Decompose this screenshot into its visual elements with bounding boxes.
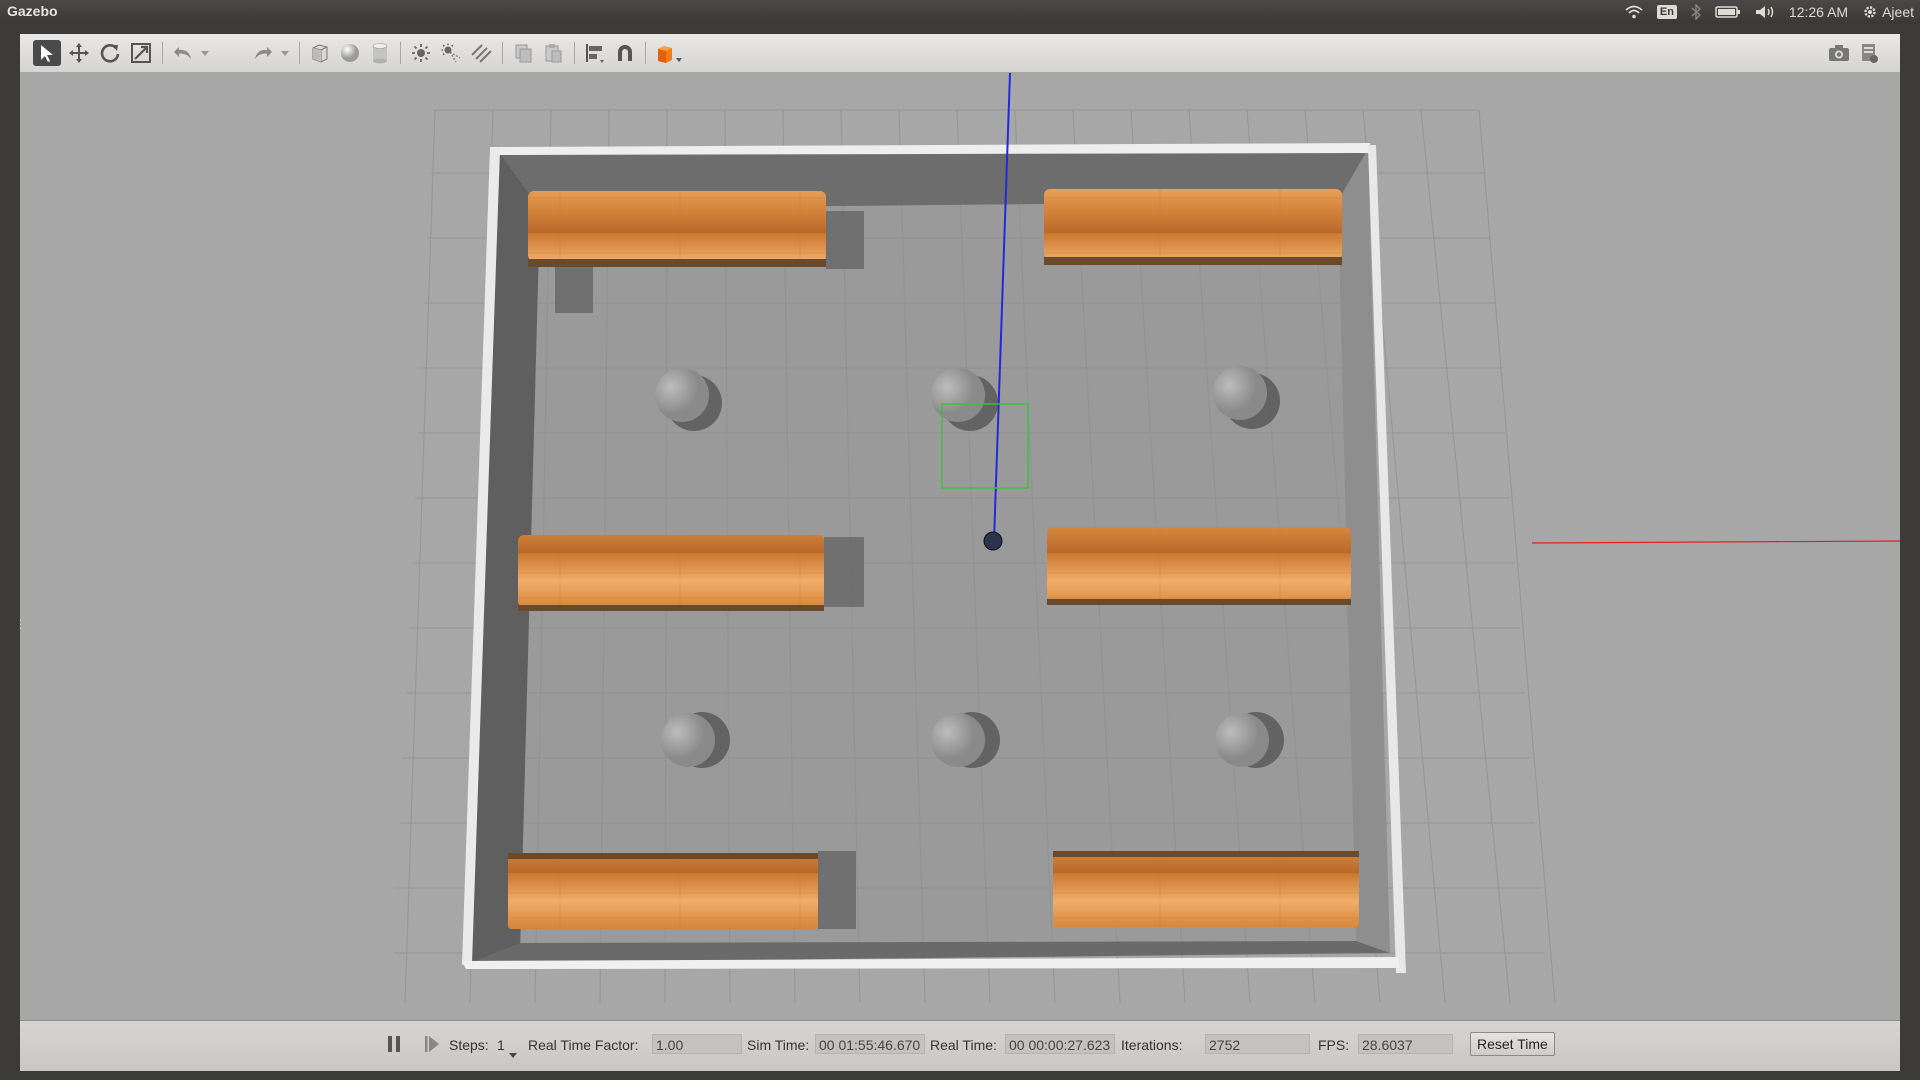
rotate-mode-icon[interactable] — [97, 40, 123, 66]
step-forward-icon[interactable] — [424, 1035, 440, 1056]
box-shape-icon[interactable] — [307, 40, 333, 66]
spot-light-icon[interactable] — [438, 40, 464, 66]
translate-mode-icon[interactable] — [66, 40, 92, 66]
time-panel: Steps: 1 Real Time Factor: 1.00 Sim Time… — [20, 1020, 1900, 1071]
shelf[interactable] — [528, 191, 826, 261]
align-icon[interactable] — [582, 40, 608, 66]
shelf[interactable] — [1044, 189, 1342, 259]
app-title: Gazebo — [7, 3, 58, 19]
pause-icon[interactable] — [386, 1035, 402, 1056]
fps-value: 28.6037 — [1358, 1034, 1453, 1054]
change-view-cube-icon[interactable] — [653, 40, 685, 66]
bluetooth-icon[interactable] — [1691, 4, 1701, 20]
undo-history-chevron-down-icon[interactable] — [198, 40, 212, 66]
user-name: Ajeet — [1882, 4, 1914, 20]
redo-icon[interactable] — [250, 40, 276, 66]
cylinder-shape-icon[interactable] — [367, 40, 393, 66]
screenshot-camera-icon[interactable] — [1826, 40, 1852, 66]
battery-icon[interactable] — [1715, 6, 1741, 18]
user-menu[interactable]: Ajeet — [1862, 4, 1914, 20]
steps-value[interactable]: 1 — [497, 1037, 505, 1053]
shelf[interactable] — [518, 535, 824, 607]
wifi-icon[interactable] — [1625, 5, 1643, 19]
fps-label: FPS: — [1318, 1037, 1350, 1053]
pillar[interactable] — [1213, 366, 1267, 420]
redo-history-chevron-down-icon[interactable] — [278, 40, 292, 66]
snap-magnet-icon[interactable] — [612, 40, 638, 66]
paste-icon[interactable] — [540, 40, 566, 66]
real-time-factor-value: 1.00 — [652, 1034, 742, 1054]
robot-model[interactable] — [983, 531, 1003, 551]
shelf[interactable] — [1053, 853, 1359, 927]
shelf[interactable] — [508, 855, 818, 929]
pillar[interactable] — [931, 713, 985, 767]
point-light-icon[interactable] — [408, 40, 434, 66]
main-toolbar — [20, 34, 1900, 73]
scene-3d-viewport[interactable]: ⋮ ⋮ — [20, 73, 1900, 1020]
sim-time-value: 00 01:55:46.670 — [815, 1034, 925, 1054]
scene-render[interactable] — [20, 73, 1900, 1020]
pillar[interactable] — [931, 368, 985, 422]
clock[interactable]: 12:26 AM — [1789, 4, 1848, 20]
steps-label: Steps: — [449, 1037, 489, 1053]
iterations-value: 2752 — [1205, 1034, 1310, 1054]
directional-light-icon[interactable] — [468, 40, 494, 66]
reset-time-button[interactable]: Reset Time — [1470, 1032, 1555, 1056]
real-time-label: Real Time: — [930, 1037, 997, 1053]
system-top-panel: Gazebo En 12:26 AM Ajeet — [0, 0, 1920, 24]
x-axis-line — [1531, 540, 1900, 544]
sim-time-label: Sim Time: — [747, 1037, 810, 1053]
pillar[interactable] — [655, 368, 709, 422]
undo-icon[interactable] — [170, 40, 196, 66]
settings-gear-icon — [1864, 6, 1876, 18]
iterations-label: Iterations: — [1121, 1037, 1183, 1053]
shelf[interactable] — [1047, 527, 1351, 601]
steps-chevron-down-icon[interactable] — [509, 1045, 517, 1061]
real-time-factor-label: Real Time Factor: — [528, 1037, 639, 1053]
select-mode-arrow-icon[interactable] — [33, 40, 61, 66]
pillar[interactable] — [1215, 713, 1269, 767]
system-tray: En 12:26 AM Ajeet — [1625, 0, 1914, 24]
copy-icon[interactable] — [510, 40, 536, 66]
pillar[interactable] — [661, 713, 715, 767]
scale-mode-icon[interactable] — [128, 40, 154, 66]
keyboard-language-indicator[interactable]: En — [1656, 5, 1677, 19]
volume-icon[interactable] — [1755, 5, 1775, 19]
sphere-shape-icon[interactable] — [337, 40, 363, 66]
log-record-icon[interactable] — [1856, 40, 1882, 66]
real-time-value: 00 00:00:27.623 — [1005, 1034, 1115, 1054]
